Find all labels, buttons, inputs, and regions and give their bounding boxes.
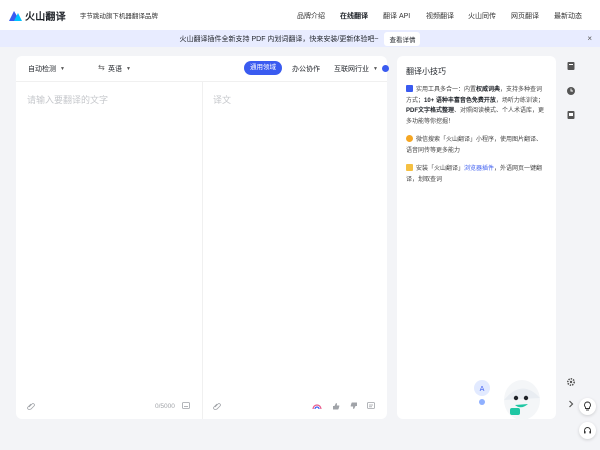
- pane-divider: [202, 82, 203, 419]
- nav-latest-news[interactable]: 最新动态: [554, 11, 582, 21]
- tips-panel: 翻译小技巧 实用工具多合一：内置权威词典，支持多种查词方式；10+ 语种丰富音色…: [397, 56, 556, 419]
- nav-translate-api[interactable]: 翻译 API: [383, 11, 410, 21]
- tip-item: 微信搜索「火山翻译」小程序，使用图片翻译、语音同传等更多能力: [406, 135, 547, 156]
- status-dot-icon: [382, 65, 389, 72]
- attachment-icon[interactable]: [213, 402, 221, 412]
- tip-highlight: PDF文字格式整理: [406, 108, 455, 114]
- clock-icon[interactable]: [565, 86, 577, 98]
- thumbs-down-icon[interactable]: [350, 402, 358, 412]
- source-language-select[interactable]: 自动检测 ▼: [28, 64, 65, 74]
- chevron-right-icon[interactable]: [565, 399, 577, 411]
- nav-simultaneous-interp[interactable]: 火山同传: [468, 11, 496, 21]
- source-text-input[interactable]: 请输入要翻译的文字: [27, 93, 108, 106]
- brand-slogan: 字节跳动旗下机器翻译品牌: [79, 13, 158, 20]
- tip-text: ，场听力练训读；: [495, 97, 544, 104]
- tip-item: 实用工具多合一：内置权威词典，支持多种查词方式；10+ 语种丰富音色免费开放，场…: [406, 85, 547, 127]
- tip-highlight: 权威词典: [476, 87, 501, 93]
- volcano-logo-icon: [9, 10, 22, 21]
- top-header: 火山翻译 字节跳动旗下机器翻译品牌 品牌介绍 在线翻译 翻译 API 视频翻译 …: [0, 0, 600, 30]
- tools-icon: [406, 85, 413, 92]
- chevron-down-icon: ▼: [373, 66, 378, 72]
- lightbulb-icon[interactable]: [579, 398, 596, 415]
- translation-toolbar: 自动检测 ▼ ⇆ 英语 ▼ 通用领域 办公协作 互联网行业 ▼: [16, 56, 389, 82]
- banner-text: 火山翻译插件全新支持 PDF 内划词翻译，快来安装/更新体验吧~: [179, 35, 379, 43]
- nav-video-translate[interactable]: 视频翻译: [426, 11, 454, 21]
- target-language-select[interactable]: 英语 ▼: [108, 64, 131, 74]
- settings-icon[interactable]: [565, 377, 577, 389]
- domain-general-button[interactable]: 通用领域: [244, 61, 282, 75]
- announcement-banner: 火山翻译插件全新支持 PDF 内划词翻译，快来安装/更新体验吧~ 查看详情 ×: [0, 30, 600, 47]
- brand-logo[interactable]: 火山翻译: [9, 8, 66, 23]
- tip-text: 安装「火山翻译」: [416, 166, 465, 172]
- domain-internet-select[interactable]: 互联网行业 ▼: [334, 64, 378, 74]
- bookmark-icon[interactable]: [565, 110, 577, 122]
- char-counter: 0/5000: [155, 403, 175, 410]
- chevron-down-icon: ▼: [60, 66, 65, 72]
- swap-languages-icon[interactable]: ⇆: [98, 63, 105, 72]
- tips-title: 翻译小技巧: [406, 67, 446, 76]
- rainbow-icon[interactable]: [312, 402, 322, 411]
- folder-icon: [406, 164, 413, 171]
- domain-office-button[interactable]: 办公协作: [292, 64, 320, 74]
- document-icon[interactable]: [565, 61, 577, 73]
- tip-highlight: 10+ 语种丰富音色免费开放: [424, 97, 496, 104]
- nav-brand-intro[interactable]: 品牌介绍: [297, 11, 325, 21]
- mascot-illustration: A: [472, 374, 546, 422]
- target-text-output: 译文: [213, 95, 232, 105]
- sun-icon: [406, 135, 413, 142]
- tip-text: 微信搜索「火山翻译」小程序，使用图片翻译、语音同传等更多能力: [406, 137, 543, 154]
- translation-panel: 自动检测 ▼ ⇆ 英语 ▼ 通用领域 办公协作 互联网行业 ▼ 请输入要翻译的文字 译…: [16, 56, 389, 419]
- svg-text:A: A: [480, 385, 485, 393]
- source-language-label: 自动检测: [28, 66, 56, 73]
- thumbs-up-icon[interactable]: [332, 402, 340, 412]
- nav-online-translate[interactable]: 在线翻译: [340, 11, 368, 21]
- copy-icon[interactable]: [367, 402, 375, 411]
- browser-extension-link[interactable]: 浏览器插件: [464, 166, 494, 172]
- headset-support-icon[interactable]: [579, 422, 596, 439]
- nav-web-translate[interactable]: 网页翻译: [511, 11, 539, 21]
- attachment-icon[interactable]: [27, 402, 35, 412]
- domain-internet-label: 互联网行业: [334, 66, 369, 73]
- tip-item: 安装「火山翻译」浏览器插件，外语网页一键翻译，划取查词: [406, 164, 547, 185]
- target-language-label: 英语: [108, 66, 122, 73]
- banner-close-icon[interactable]: ×: [587, 34, 592, 43]
- chevron-down-icon: ▼: [126, 66, 131, 72]
- brand-name: 火山翻译: [25, 11, 66, 23]
- keyboard-icon[interactable]: [182, 402, 190, 411]
- banner-details-button[interactable]: 查看详情: [384, 31, 421, 46]
- tip-text: 实用工具多合一：内置: [416, 87, 477, 93]
